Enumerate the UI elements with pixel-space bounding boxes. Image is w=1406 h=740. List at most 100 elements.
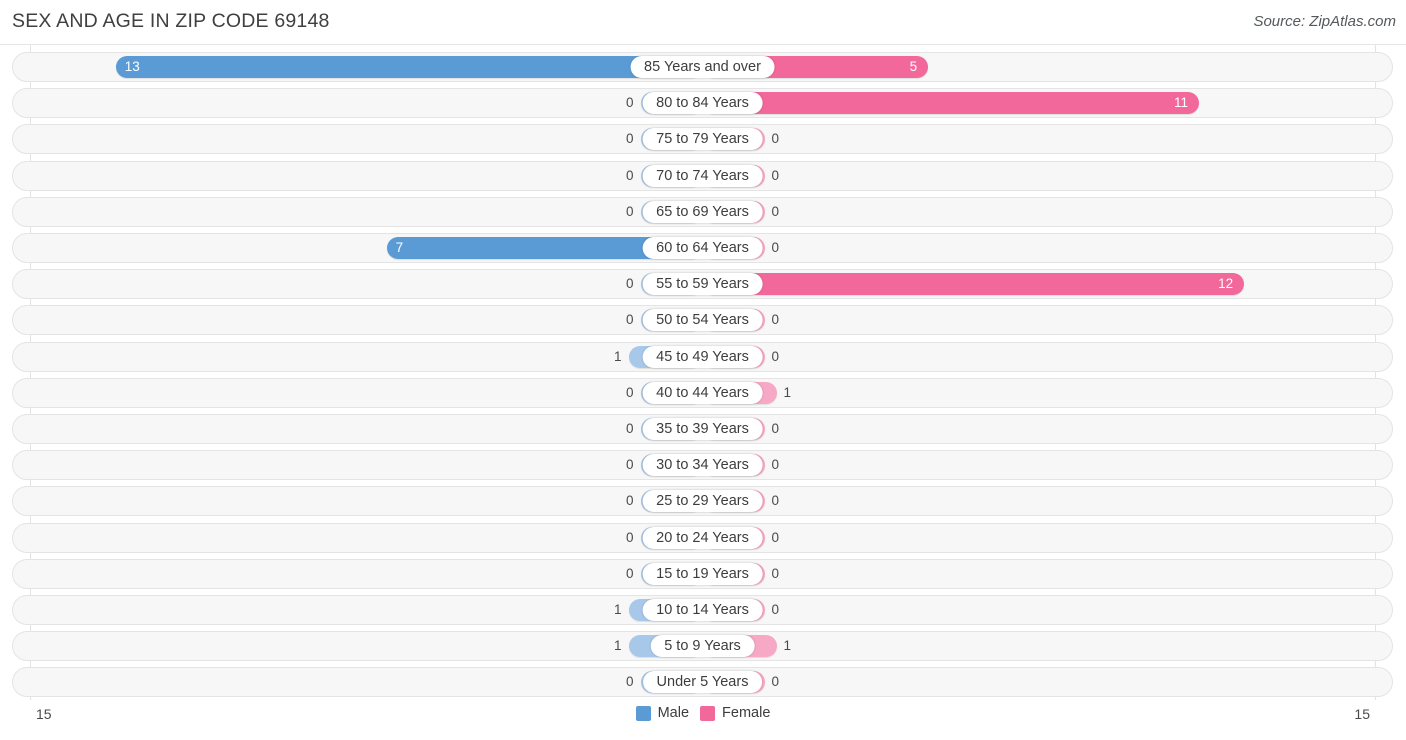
legend-label-male: Male [657, 705, 690, 721]
row-content: 0 0 25 to 29 Years [13, 487, 1392, 515]
female-value-label: 1 [783, 638, 792, 654]
male-value-label: 0 [625, 421, 634, 436]
table-row[interactable]: 0 12 55 to 59 Years [12, 269, 1393, 300]
legend-item-female[interactable]: Female [700, 705, 770, 721]
row-content: 0 0 35 to 39 Years [13, 415, 1392, 443]
age-group-label: 20 to 24 Years [642, 526, 763, 549]
row-content: 0 0 70 to 74 Years [13, 162, 1392, 190]
table-row[interactable]: 1 0 45 to 49 Years [12, 341, 1393, 372]
legend-label-female: Female [722, 705, 771, 721]
male-value-label: 0 [625, 167, 634, 183]
row-content: 1 0 10 to 14 Years [13, 596, 1392, 624]
table-row[interactable]: 0 0 Under 5 Years [12, 667, 1393, 698]
table-row[interactable]: 0 0 75 to 79 Years [12, 124, 1393, 155]
age-group-label: 75 to 79 Years [642, 128, 763, 151]
female-value-label: 0 [771, 240, 780, 255]
female-bar[interactable]: 11 [702, 92, 1199, 115]
female-value-label: 0 [771, 493, 780, 509]
male-value-label: 13 [124, 59, 140, 74]
table-row[interactable]: 0 1 40 to 44 Years [12, 377, 1393, 408]
male-value-label: 0 [625, 457, 634, 473]
female-bar[interactable]: 12 [702, 273, 1245, 296]
female-value-label: 0 [771, 167, 780, 183]
table-row[interactable]: 0 0 65 to 69 Years [12, 196, 1393, 227]
age-group-label: 60 to 64 Years [642, 237, 763, 259]
age-group-label: 80 to 84 Years [642, 92, 763, 115]
female-value-label: 1 [783, 384, 792, 400]
table-row[interactable]: 0 0 15 to 19 Years [12, 558, 1393, 589]
age-group-label: 25 to 29 Years [642, 490, 763, 513]
table-row[interactable]: 0 0 30 to 34 Years [12, 450, 1393, 481]
row-content: 0 0 75 to 79 Years [13, 125, 1392, 153]
source-attribution: Source: ZipAtlas.com [1253, 13, 1396, 30]
table-row[interactable]: 0 11 80 to 84 Years [12, 88, 1393, 119]
age-group-label: 50 to 54 Years [642, 309, 763, 332]
table-row[interactable]: 1 1 5 to 9 Years [12, 631, 1393, 662]
male-value-label: 0 [625, 131, 634, 147]
female-value-label: 0 [771, 565, 780, 581]
female-value-label: 0 [771, 203, 780, 219]
table-row[interactable]: 0 0 50 to 54 Years [12, 305, 1393, 336]
page-title: SEX AND AGE IN ZIP CODE 69148 [12, 10, 330, 32]
male-value-label: 0 [625, 312, 634, 328]
male-value-label: 0 [625, 674, 634, 690]
row-content: 0 0 50 to 54 Years [13, 306, 1392, 334]
female-value-label: 0 [771, 312, 780, 328]
male-value-label: 0 [625, 565, 634, 581]
row-content: 7 0 60 to 64 Years [13, 234, 1392, 262]
age-group-label: 45 to 49 Years [642, 345, 763, 368]
age-group-label: 10 to 14 Years [642, 599, 763, 621]
row-content: 13 5 85 Years and over [13, 53, 1392, 81]
table-row[interactable]: 0 0 25 to 29 Years [12, 486, 1393, 517]
female-value-label: 0 [771, 421, 780, 436]
female-value-label: 0 [771, 602, 780, 617]
female-value-label: 0 [771, 348, 780, 364]
male-value-label: 1 [613, 602, 622, 617]
age-group-label: 40 to 44 Years [642, 381, 763, 404]
chart-rows: 13 5 85 Years and over 0 11 80 to 84 Years 0 0 7… [0, 45, 1406, 700]
male-value-label: 0 [625, 384, 634, 400]
legend-item-male[interactable]: Male [635, 705, 690, 721]
male-value-label: 0 [625, 203, 634, 219]
population-pyramid-chart: 13 5 85 Years and over 0 11 80 to 84 Years 0 0 7… [0, 45, 1406, 700]
legend-swatch-female [700, 705, 716, 721]
age-group-label: 35 to 39 Years [642, 418, 763, 440]
age-group-label: 15 to 19 Years [642, 562, 763, 585]
row-content: 0 12 55 to 59 Years [13, 270, 1392, 298]
chart-footer: 15 15 Male Female [0, 700, 1406, 740]
male-value-label: 1 [613, 638, 622, 654]
male-value-label: 1 [613, 348, 622, 364]
row-content: 1 0 45 to 49 Years [13, 343, 1392, 371]
table-row[interactable]: 0 0 20 to 24 Years [12, 522, 1393, 553]
table-row[interactable]: 7 0 60 to 64 Years [12, 233, 1393, 263]
age-group-label: 85 Years and over [630, 56, 775, 78]
table-row[interactable]: 1 0 10 to 14 Years [12, 595, 1393, 625]
female-value-label: 12 [1218, 276, 1234, 292]
male-value-label: 0 [625, 276, 634, 292]
row-content: 0 0 Under 5 Years [13, 668, 1392, 696]
male-value-label: 0 [625, 95, 634, 111]
chart-legend: Male Female [0, 705, 1406, 721]
table-row[interactable]: 0 0 35 to 39 Years [12, 414, 1393, 444]
chart-header: SEX AND AGE IN ZIP CODE 69148 Source: Zi… [0, 0, 1406, 45]
age-group-label: 55 to 59 Years [642, 273, 763, 296]
age-group-label: 30 to 34 Years [642, 454, 763, 477]
age-group-label: 70 to 74 Years [642, 164, 763, 187]
age-group-label: 5 to 9 Years [650, 635, 755, 658]
female-value-label: 0 [771, 674, 780, 690]
row-content: 0 0 15 to 19 Years [13, 560, 1392, 588]
row-content: 0 1 40 to 44 Years [13, 379, 1392, 407]
female-value-label: 11 [1173, 95, 1188, 111]
age-group-label: Under 5 Years [642, 671, 763, 694]
age-group-label: 65 to 69 Years [642, 200, 763, 223]
row-content: 0 11 80 to 84 Years [13, 89, 1392, 117]
male-value-label: 0 [625, 493, 634, 509]
table-row[interactable]: 13 5 85 Years and over [12, 52, 1393, 82]
table-row[interactable]: 0 0 70 to 74 Years [12, 160, 1393, 191]
female-value-label: 5 [909, 59, 918, 74]
female-value-label: 0 [771, 131, 780, 147]
row-content: 0 0 30 to 34 Years [13, 451, 1392, 479]
male-bar[interactable]: 13 [115, 56, 703, 78]
female-value-label: 0 [771, 457, 780, 473]
row-content: 1 1 5 to 9 Years [13, 632, 1392, 660]
